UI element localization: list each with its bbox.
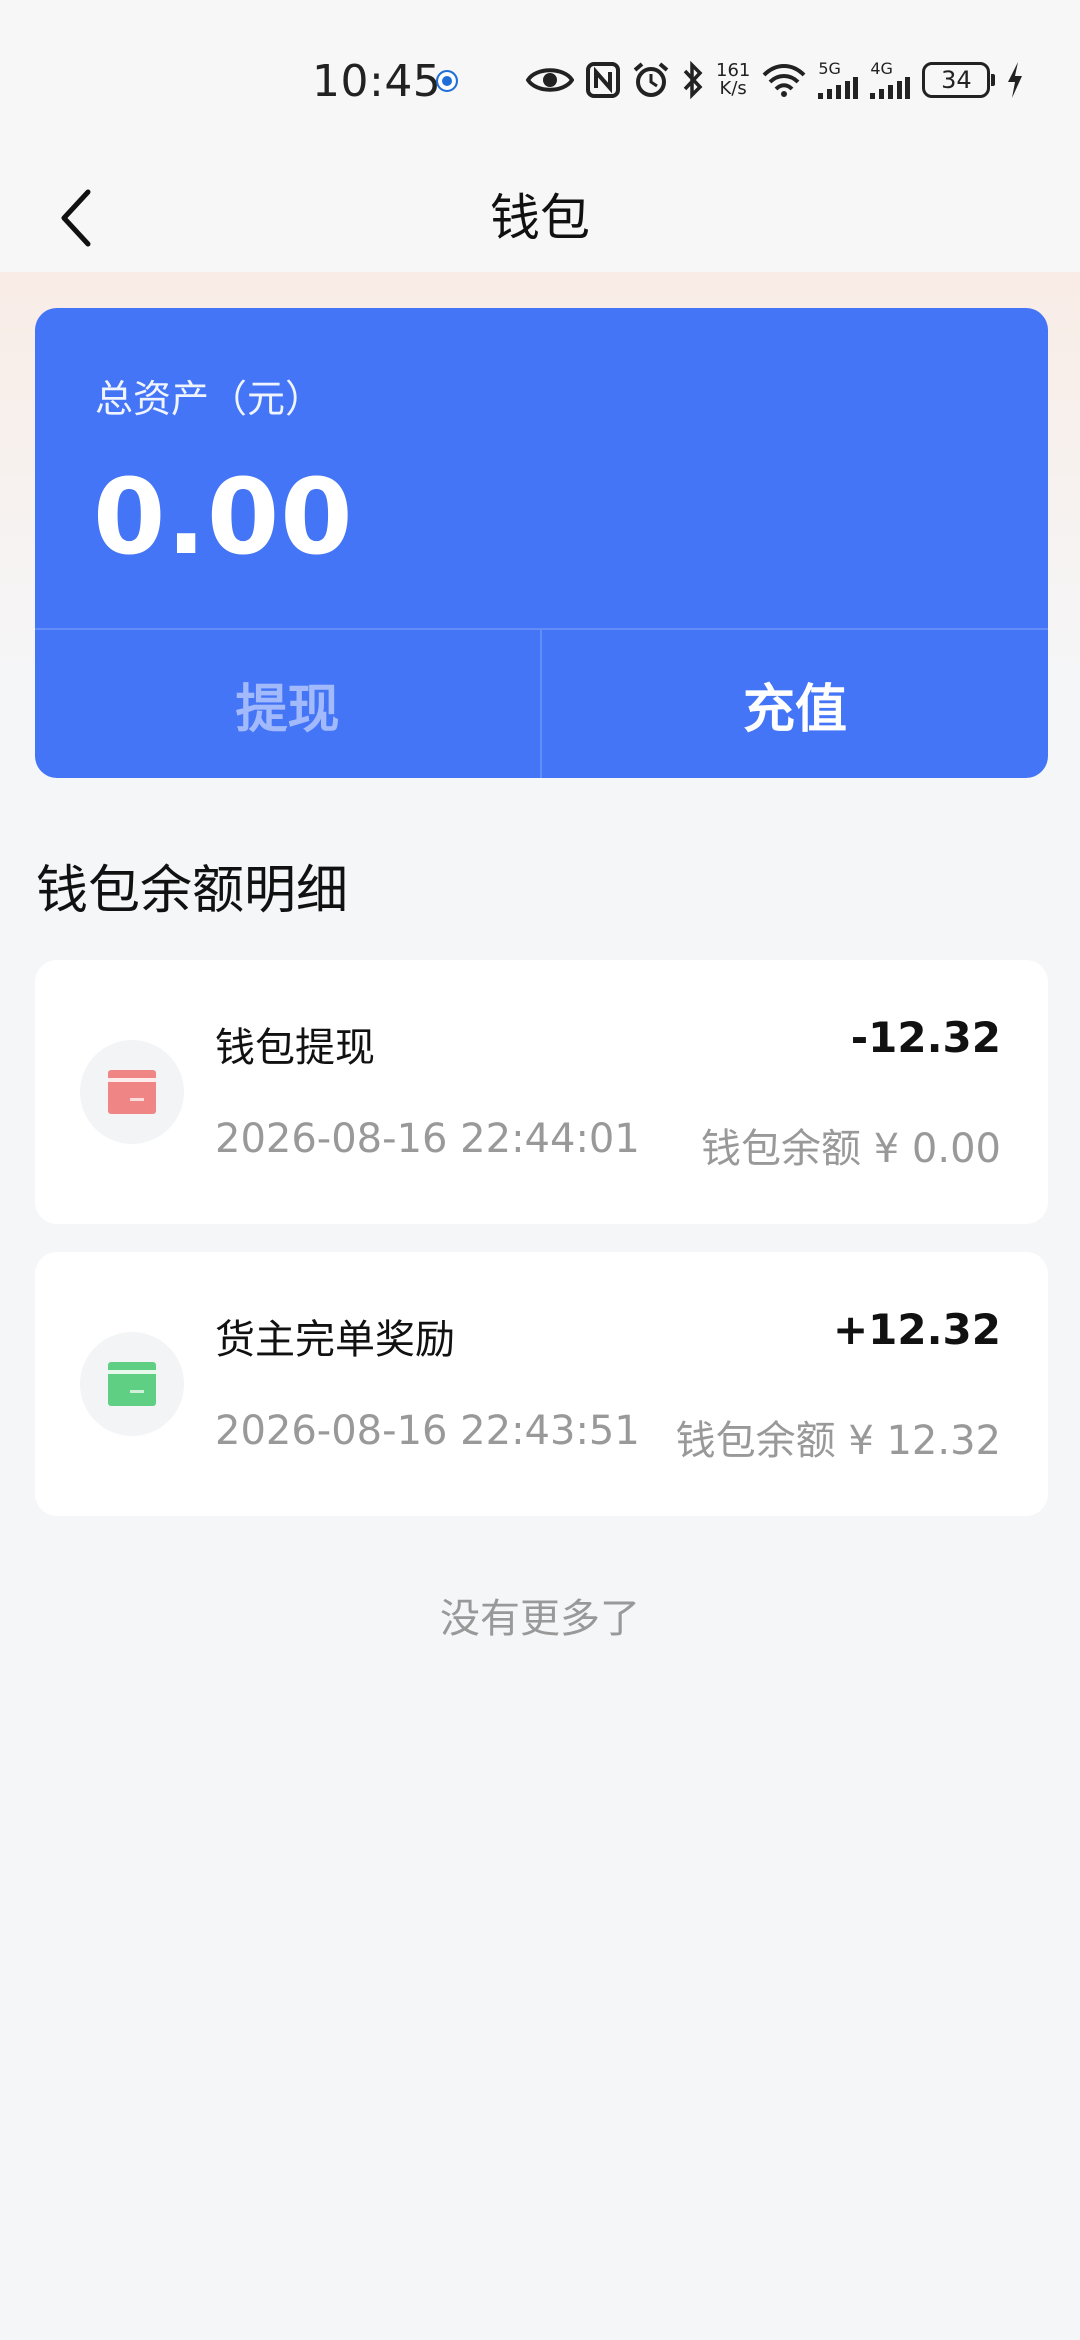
withdraw-button[interactable]: 提现 [35, 630, 540, 778]
transaction-balance: 钱包余额 ¥ 0.00 [701, 1126, 1001, 1172]
recharge-button[interactable]: 充值 [542, 630, 1048, 778]
net-speed-unit: K/s [719, 78, 747, 99]
total-assets-label: 总资产（元） [95, 377, 324, 421]
transaction-amount: +12.32 [832, 1305, 1001, 1354]
page-title: 钱包 [490, 189, 590, 247]
app-notification-icon [436, 70, 458, 92]
transaction-balance: 钱包余额 ¥ 12.32 [675, 1418, 1001, 1464]
signal-4g-icon: 4G [870, 59, 911, 99]
nfc-icon [586, 62, 620, 98]
alarm-icon [632, 61, 670, 99]
transaction-amount: -12.32 [850, 1013, 1001, 1062]
reward-card-icon [80, 1332, 184, 1436]
total-assets-card: 总资产（元） 0.00 提现 充值 [35, 308, 1048, 778]
signal-5g-label: 5G [818, 59, 841, 78]
bluetooth-icon [682, 61, 704, 99]
transaction-name: 钱包提现 [215, 1025, 375, 1071]
transaction-time: 2026-08-16 22:44:01 [215, 1116, 640, 1162]
battery-icon: 34 [922, 62, 996, 98]
wifi-icon [762, 63, 806, 97]
balance-details-title: 钱包余额明细 [36, 861, 349, 921]
charging-icon [1006, 62, 1024, 98]
net-speed: 161 K/s [716, 62, 750, 98]
nav-bar: 钱包 [0, 160, 1080, 272]
transaction-item[interactable]: 钱包提现 -12.32 2026-08-16 22:44:01 钱包余额 ¥ 0… [35, 960, 1048, 1224]
transaction-name: 货主完单奖励 [215, 1317, 455, 1363]
status-bar: 10:45 161 K/s 5G 4G 34 [0, 0, 1080, 160]
withdraw-card-icon [80, 1040, 184, 1144]
transaction-time: 2026-08-16 22:43:51 [215, 1408, 640, 1454]
signal-5g-icon: 5G [818, 59, 859, 99]
no-more-text: 没有更多了 [440, 1596, 640, 1642]
signal-4g-label: 4G [870, 59, 893, 78]
total-assets-value: 0.00 [93, 456, 354, 578]
transaction-item[interactable]: 货主完单奖励 +12.32 2026-08-16 22:43:51 钱包余额 ¥… [35, 1252, 1048, 1516]
status-icons: 161 K/s 5G 4G 34 [526, 54, 1024, 106]
battery-level: 34 [941, 66, 972, 94]
status-time: 10:45 [312, 56, 442, 107]
eye-icon [526, 64, 574, 96]
